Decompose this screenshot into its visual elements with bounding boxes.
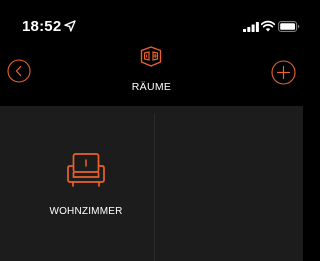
- add-button[interactable]: [271, 60, 296, 85]
- back-button[interactable]: [7, 59, 31, 83]
- wifi-icon: [261, 20, 275, 32]
- location-arrow-icon: [64, 20, 76, 32]
- page-title: RÄUME: [131, 81, 172, 93]
- rooms-floorplan-icon: [140, 46, 162, 67]
- room-label: WOHNZIMMER: [49, 206, 123, 217]
- sofa-icon: [67, 153, 105, 187]
- battery-icon: [278, 21, 300, 32]
- cellular-signal-icon: [243, 22, 259, 32]
- rooms-grid: WOHNZIMMER: [0, 106, 303, 261]
- status-time: 18:52: [22, 18, 62, 35]
- empty-room-tile: [155, 106, 303, 261]
- room-tile-wohnzimmer[interactable]: WOHNZIMMER: [0, 106, 154, 261]
- status-bar: 18:52: [0, 0, 303, 40]
- screen: 18:52 RÄUME WOHNZIMMER: [0, 0, 303, 261]
